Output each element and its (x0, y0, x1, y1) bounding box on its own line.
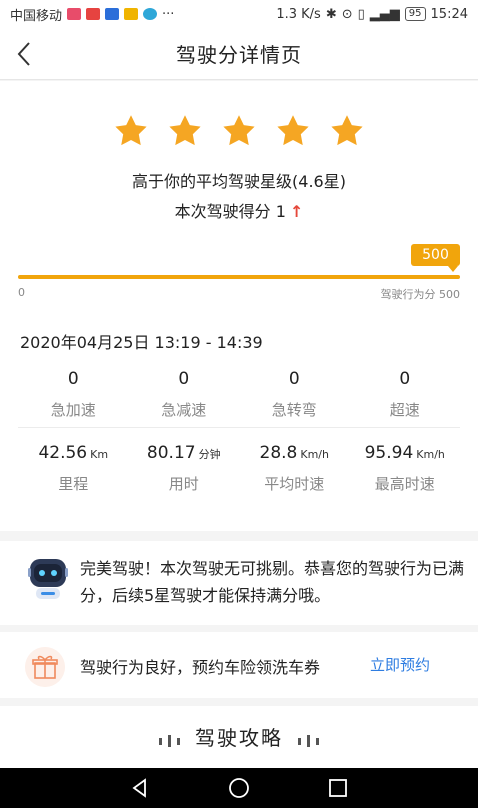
battery-icon: 95 (404, 7, 426, 21)
more-notifications: ··· (162, 6, 175, 22)
metric-label: 最高时速 (374, 475, 435, 493)
nav-header: 驾驶分详情页 (0, 28, 478, 80)
vibrate-icon: ▯ (357, 6, 365, 22)
average-level-text: 高于你的平均驾驶星级(4.6星) (132, 172, 346, 191)
stat-label: 急减速 (161, 401, 207, 419)
metric-unit: Km/h (300, 448, 329, 461)
star-icon (277, 115, 309, 146)
network-speed: 1.3 K/s (276, 6, 321, 22)
metric-label: 用时 (168, 475, 199, 493)
app-icon (143, 8, 158, 20)
score-label: 本次驾驶得分 (174, 202, 271, 221)
mic-icon (86, 8, 101, 20)
decor-right (295, 728, 322, 752)
trip-date: 2020年04月25日 13:19 - 14:39 (20, 333, 263, 352)
robot-assistant-icon (28, 559, 68, 599)
stat-hard-acceleration: 0 急加速 (18, 369, 129, 420)
metric-value: 95.94 (364, 443, 414, 463)
promo-card[interactable]: 驾驶行为良好，预约车险领洗车券 立即预约 (0, 632, 478, 698)
system-nav-bar (0, 768, 478, 808)
stat-value: 0 (67, 369, 79, 389)
bubble-pointer (448, 266, 458, 272)
metric-value: 80.17 (146, 443, 196, 463)
driving-tips-card: 驾驶攻略 (0, 706, 478, 768)
trip-metrics: 42.56 Km 里程 80.17 分钟 用时 28.8 Km/h 平均时速 95.9… (18, 443, 460, 494)
status-bar: 中国移动 ··· 1.3 K/s ✱ ⊙ ▯ ▂▄▆ 95 15:24 (0, 0, 478, 28)
metric-unit: 分钟 (198, 448, 221, 461)
back-arrow-icon[interactable] (14, 40, 38, 68)
gift-icon (25, 647, 65, 687)
heart-icon (67, 8, 82, 20)
metric-label: 里程 (58, 475, 89, 493)
tips-title: 驾驶攻略 (195, 726, 283, 750)
stat-speeding: 0 超速 (350, 369, 461, 420)
stat-hard-braking: 0 急减速 (129, 369, 240, 420)
metric-value: 28.8 (259, 443, 298, 463)
scale-max-label: 驾驶行为分 500 (380, 288, 461, 301)
star-rating (0, 113, 478, 149)
metric-value: 42.56 (38, 443, 88, 463)
star-icon (169, 115, 201, 146)
stat-label: 急转弯 (271, 401, 317, 419)
trip-score: 本次驾驶得分 1 ↑ (0, 198, 478, 222)
page-title: 驾驶分详情页 (176, 43, 302, 67)
bluetooth-icon: ✱ (325, 6, 337, 22)
signal-icon: ▂▄▆ (369, 6, 400, 22)
score-bubble: 500 (411, 244, 460, 266)
score-progress-fill (18, 275, 460, 279)
score-progress-bar (18, 275, 460, 279)
feedback-card: 完美驾驶！本次驾驶无可挑剔。恭喜您的驾驶行为已满分，后续5星驾驶才能保持满分哦。 (0, 541, 478, 625)
stat-sharp-turn: 0 急转弯 (239, 369, 350, 420)
car-icon (124, 8, 139, 20)
stat-value: 0 (399, 369, 411, 389)
star-icon (223, 115, 255, 146)
nav-back-icon[interactable] (129, 777, 151, 799)
score-card: 高于你的平均驾驶星级(4.6星) 本次驾驶得分 1 ↑ 500 0 驾驶行为分 5… (0, 81, 478, 531)
tips-title-row: 驾驶攻略 (0, 722, 478, 752)
divider (18, 427, 460, 428)
decor-left (156, 728, 183, 752)
stat-value: 0 (288, 369, 300, 389)
metric-unit: Km/h (416, 448, 445, 461)
card-icon (105, 8, 120, 20)
nav-home-icon[interactable] (228, 777, 250, 799)
metric-duration: 80.17 分钟 用时 (129, 443, 240, 494)
star-icon (115, 115, 147, 146)
event-stats: 0 急加速 0 急减速 0 急转弯 0 超速 (18, 369, 460, 420)
nav-recents-icon[interactable] (327, 777, 349, 799)
stat-label: 超速 (389, 401, 420, 419)
stat-label: 急加速 (50, 401, 96, 419)
feedback-message: 完美驾驶！本次驾驶无可挑剔。恭喜您的驾驶行为已满分，后续5星驾驶才能保持满分哦。 (80, 559, 465, 605)
metric-average-speed: 28.8 Km/h 平均时速 (239, 443, 350, 494)
scale-min-label: 0 (18, 286, 25, 299)
clock: 15:24 (430, 6, 468, 22)
score-value: 1 (275, 202, 286, 221)
up-arrow-icon: ↑ (289, 202, 304, 221)
metric-label: 平均时速 (264, 475, 325, 493)
metric-max-speed: 95.94 Km/h 最高时速 (350, 443, 461, 494)
metric-distance: 42.56 Km 里程 (18, 443, 129, 494)
stat-value: 0 (178, 369, 190, 389)
location-icon: ⊙ (341, 6, 353, 22)
promo-text: 驾驶行为良好，预约车险领洗车券 (80, 658, 321, 677)
metric-unit: Km (90, 448, 109, 461)
carrier-label: 中国移动 (10, 8, 63, 24)
book-now-link[interactable]: 立即预约 (370, 654, 430, 675)
star-icon (331, 115, 363, 146)
